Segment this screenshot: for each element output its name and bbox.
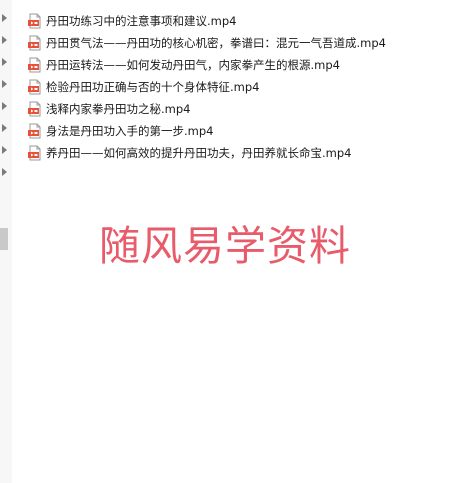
expand-arrow-icon[interactable] bbox=[2, 146, 7, 154]
file-explorer-window: 丹田功练习中的注意事项和建议.mp4 丹田贯气法——丹田功的核心机密，拳谱曰：混… bbox=[0, 0, 450, 483]
expand-arrow-icon[interactable] bbox=[2, 58, 7, 66]
file-name: 丹田功练习中的注意事项和建议.mp4 bbox=[46, 14, 237, 28]
mp4-file-icon bbox=[28, 145, 41, 161]
expand-arrow-icon[interactable] bbox=[2, 168, 7, 176]
expand-arrow-icon[interactable] bbox=[2, 102, 7, 110]
file-item[interactable]: 丹田贯气法——丹田功的核心机密，拳谱曰：混元一气吾道成.mp4 bbox=[27, 32, 450, 54]
mp4-file-icon bbox=[28, 79, 41, 95]
mp4-file-icon bbox=[28, 13, 41, 29]
file-name: 丹田运转法——如何发动丹田气，内家拳产生的根源.mp4 bbox=[46, 58, 340, 72]
file-item[interactable]: 丹田功练习中的注意事项和建议.mp4 bbox=[27, 10, 450, 32]
watermark-text: 随风易学资料 bbox=[99, 222, 351, 270]
mp4-file-icon bbox=[28, 57, 41, 73]
expand-arrow-icon[interactable] bbox=[2, 124, 7, 132]
file-item[interactable]: 身法是丹田功入手的第一步.mp4 bbox=[27, 120, 450, 142]
file-item[interactable]: 丹田运转法——如何发动丹田气，内家拳产生的根源.mp4 bbox=[27, 54, 450, 76]
file-name: 浅释内家拳丹田功之秘.mp4 bbox=[46, 102, 191, 116]
file-name: 养丹田——如何高效的提升丹田功夫，丹田养就长命宝.mp4 bbox=[46, 146, 352, 160]
expand-arrow-icon[interactable] bbox=[2, 80, 7, 88]
expand-arrow-icon[interactable] bbox=[2, 36, 7, 44]
mp4-file-icon bbox=[28, 123, 41, 139]
file-item[interactable]: 养丹田——如何高效的提升丹田功夫，丹田养就长命宝.mp4 bbox=[27, 142, 450, 164]
mp4-file-icon bbox=[28, 101, 41, 117]
expand-arrow-icon[interactable] bbox=[2, 14, 7, 22]
mp4-file-icon bbox=[28, 35, 41, 51]
file-list: 丹田功练习中的注意事项和建议.mp4 丹田贯气法——丹田功的核心机密，拳谱曰：混… bbox=[27, 10, 450, 164]
file-item[interactable]: 检验丹田功正确与否的十个身体特征.mp4 bbox=[27, 76, 450, 98]
file-item[interactable]: 浅释内家拳丹田功之秘.mp4 bbox=[27, 98, 450, 120]
file-name: 身法是丹田功入手的第一步.mp4 bbox=[46, 124, 214, 138]
file-name: 丹田贯气法——丹田功的核心机密，拳谱曰：混元一气吾道成.mp4 bbox=[46, 36, 386, 50]
file-name: 检验丹田功正确与否的十个身体特征.mp4 bbox=[46, 80, 260, 94]
